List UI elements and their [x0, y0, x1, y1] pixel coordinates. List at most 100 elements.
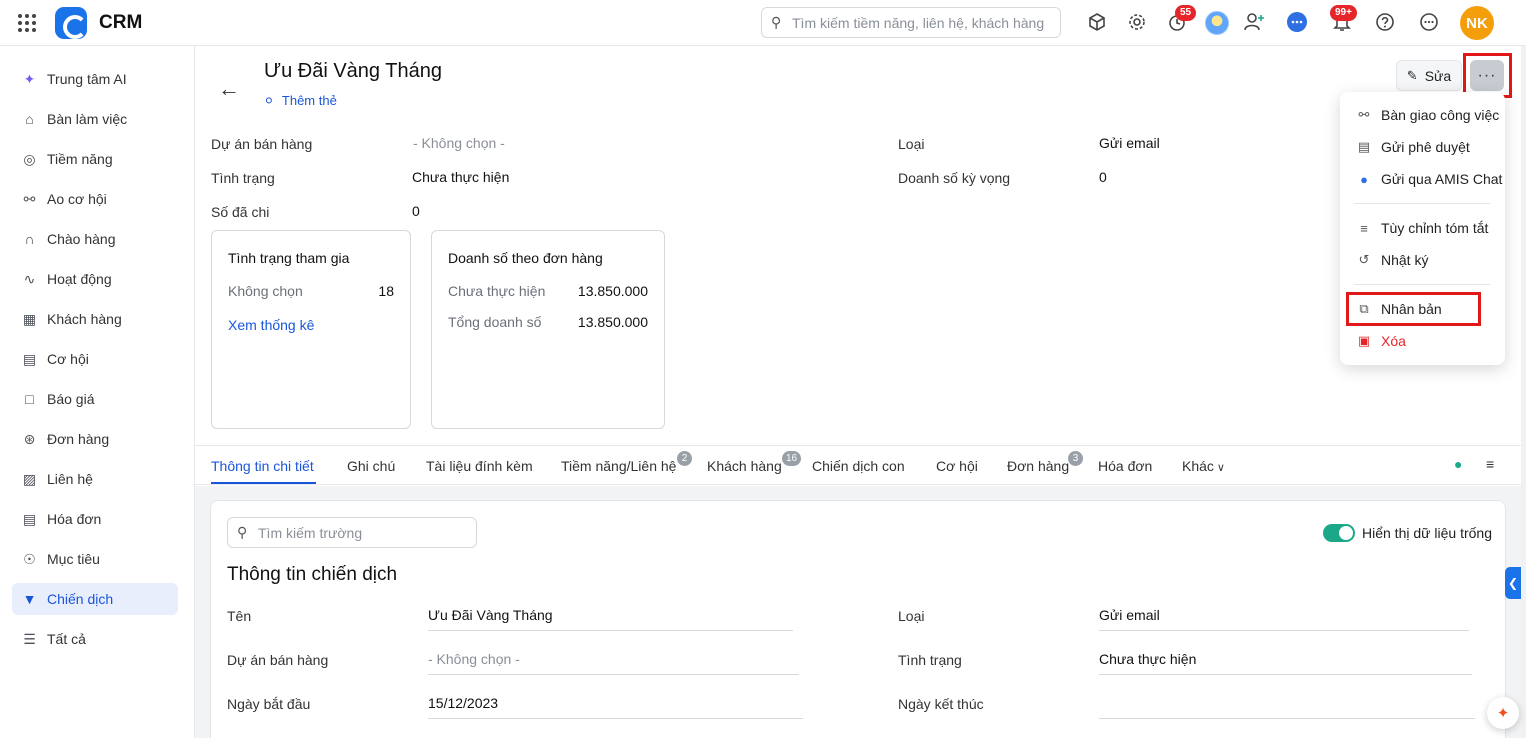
summary-label-sales-project: Dự án bán hàng — [211, 136, 313, 152]
more-apps-icon[interactable] — [1418, 11, 1440, 33]
building-icon: ▦ — [22, 310, 37, 327]
ai-assistant-icon[interactable]: ✦ — [1487, 697, 1519, 729]
sidebar-item-workspace[interactable]: ⌂ Bàn làm việc — [12, 103, 178, 135]
sidebar-item-customers[interactable]: ▦ Khách hàng — [12, 303, 178, 335]
sidebar-item-contacts[interactable]: ▨ Liên hệ — [12, 463, 178, 495]
menu-divider — [1354, 203, 1490, 204]
field-search[interactable]: ⚲ — [227, 517, 477, 548]
menu-item-delete[interactable]: ▣ Xóa — [1356, 333, 1406, 349]
magnet-icon: ∩ — [24, 231, 35, 247]
participation-card-title: Tình trạng tham gia — [228, 250, 350, 266]
tab-customers[interactable]: Khách hàng — [707, 458, 782, 474]
sidebar-item-activities[interactable]: ∿ Hoạt động — [12, 263, 178, 295]
page-scrollbar[interactable] — [1521, 46, 1526, 738]
goal-icon: ☉ — [23, 550, 36, 567]
field-underline — [1099, 674, 1472, 675]
activity-icon: ∿ — [23, 270, 36, 287]
detail-value-sales-project[interactable]: - Không chọn - — [428, 651, 520, 667]
sparkle-icon: ✦ — [23, 70, 36, 87]
menu-item-label: Nhật ký — [1381, 252, 1429, 268]
detail-value-type[interactable]: Gửi email — [1099, 607, 1160, 623]
sidebar-item-label: Bàn làm việc — [47, 111, 128, 127]
tab-leads-contacts[interactable]: Tiềm năng/Liên hệ — [561, 458, 676, 474]
tab-more[interactable]: Khác ∨ — [1182, 458, 1225, 474]
show-empty-toggle[interactable] — [1323, 524, 1355, 542]
summary-label-type: Loại — [898, 136, 925, 152]
sidebar-item-label: Trung tâm AI — [47, 71, 127, 87]
chat-icon[interactable] — [1286, 11, 1308, 33]
sidebar-item-orders[interactable]: ⊛ Đơn hàng — [12, 423, 178, 455]
add-tag-label: Thêm thẻ — [281, 93, 337, 108]
invoice-icon: ▤ — [22, 510, 37, 527]
menu-item-handover[interactable]: ⚯ Bàn giao công việc — [1356, 107, 1500, 123]
menu-icon: ☰ — [23, 630, 36, 647]
sales-row-value: 13.850.000 — [577, 283, 648, 299]
box-icon[interactable] — [1086, 11, 1108, 33]
tab-sub-campaigns[interactable]: Chiến dịch con — [812, 458, 905, 474]
tab-badge: 16 — [782, 451, 802, 466]
summary-label-spent: Số đã chi — [211, 204, 270, 220]
detail-label-sales-project: Dự án bán hàng — [227, 652, 329, 668]
detail-value-start-date[interactable]: 15/12/2023 — [428, 695, 498, 711]
top-bar: CRM ⚲ 55 99+ NK — [0, 0, 1526, 46]
sidebar-item-all[interactable]: ☰ Tất cả — [12, 623, 178, 655]
settings-gear-icon[interactable] — [1126, 11, 1148, 33]
sidebar-item-goals[interactable]: ☉ Mục tiêu — [12, 543, 178, 575]
user-avatar[interactable]: NK — [1460, 6, 1494, 40]
detail-value-status[interactable]: Chưa thực hiện — [1099, 651, 1196, 667]
sidebar-item-quotes[interactable]: □ Báo giá — [12, 383, 178, 415]
detail-label-status: Tình trạng — [898, 652, 962, 668]
quote-icon: □ — [25, 391, 34, 407]
timer-badge: 55 — [1175, 5, 1197, 21]
sidebar-item-opportunities[interactable]: ▤ Cơ hội — [12, 343, 178, 375]
sidebar-item-leads[interactable]: ◎ Tiềm năng — [12, 143, 178, 175]
back-arrow-icon[interactable]: ← — [218, 76, 240, 102]
menu-item-send-amis-chat[interactable]: ● Gửi qua AMIS Chat — [1356, 171, 1502, 187]
target-person-icon: ◎ — [23, 150, 36, 167]
menu-divider — [1354, 284, 1490, 285]
pin-icon[interactable]: ● — [1454, 456, 1462, 472]
global-search[interactable]: ⚲ — [761, 7, 1061, 38]
participation-card: Tình trạng tham gia Không chọn 18 Xem th… — [211, 230, 411, 429]
field-search-input[interactable] — [258, 522, 468, 544]
tab-orders[interactable]: Đơn hàng — [1007, 458, 1069, 474]
pencil-icon: ✎ — [1406, 67, 1418, 83]
detail-value-name[interactable]: Ưu Đãi Vàng Tháng — [428, 607, 553, 623]
menu-item-send-approval[interactable]: ▤ Gửi phê duyệt — [1356, 139, 1470, 155]
sidebar-item-label: Mục tiêu — [47, 551, 100, 567]
sidebar-item-campaigns[interactable]: ▼ Chiến dịch — [12, 583, 178, 615]
collapse-panel-chevron-icon[interactable]: ❮ — [1505, 567, 1521, 599]
app-name: CRM — [99, 12, 143, 33]
sidebar-item-opportunity-pool[interactable]: ⚯ Ao cơ hội — [12, 183, 178, 215]
sidebar-item-label: Liên hệ — [47, 471, 93, 487]
user-photo-icon[interactable] — [1205, 11, 1229, 35]
tab-opportunities[interactable]: Cơ hội — [936, 458, 978, 474]
tab-settings-sliders-icon[interactable]: ≡ — [1486, 456, 1494, 472]
approval-icon: ▤ — [1357, 139, 1371, 154]
chat-icon: ● — [1360, 171, 1368, 187]
add-user-icon[interactable] — [1243, 11, 1265, 33]
app-launcher-icon[interactable] — [18, 14, 36, 32]
tab-invoices[interactable]: Hóa đơn — [1098, 458, 1152, 474]
sidebar-item-invoices[interactable]: ▤ Hóa đơn — [12, 503, 178, 535]
tab-attachments[interactable]: Tài liệu đính kèm — [426, 458, 533, 474]
home-icon: ⌂ — [25, 111, 34, 127]
menu-item-history[interactable]: ↺ Nhật ký — [1356, 252, 1429, 268]
global-search-input[interactable] — [792, 12, 1054, 34]
sales-card: Doanh số theo đơn hàng Chưa thực hiện 13… — [431, 230, 665, 429]
menu-item-customize-summary[interactable]: ≡ Tùy chỉnh tóm tắt — [1356, 220, 1488, 236]
field-underline — [428, 718, 803, 719]
sidebar-item-ai-center[interactable]: ✦ Trung tâm AI — [12, 63, 178, 95]
field-underline — [1099, 718, 1475, 719]
edit-button[interactable]: ✎ Sửa — [1396, 60, 1462, 91]
sidebar-item-offers[interactable]: ∩ Chào hàng — [12, 223, 178, 255]
help-icon[interactable] — [1374, 11, 1396, 33]
sales-row-label: Tổng doanh số — [448, 314, 542, 330]
tag-icon: ⚪ — [259, 91, 279, 110]
sidebar-item-label: Đơn hàng — [47, 431, 110, 447]
view-stats-link[interactable]: Xem thống kê — [228, 317, 314, 333]
crm-logo[interactable] — [55, 7, 87, 39]
add-tag-link[interactable]: ⚪ Thêm thẻ — [260, 91, 337, 109]
tab-notes[interactable]: Ghi chú — [347, 458, 395, 474]
tab-detail-info[interactable]: Thông tin chi tiết — [211, 458, 314, 474]
